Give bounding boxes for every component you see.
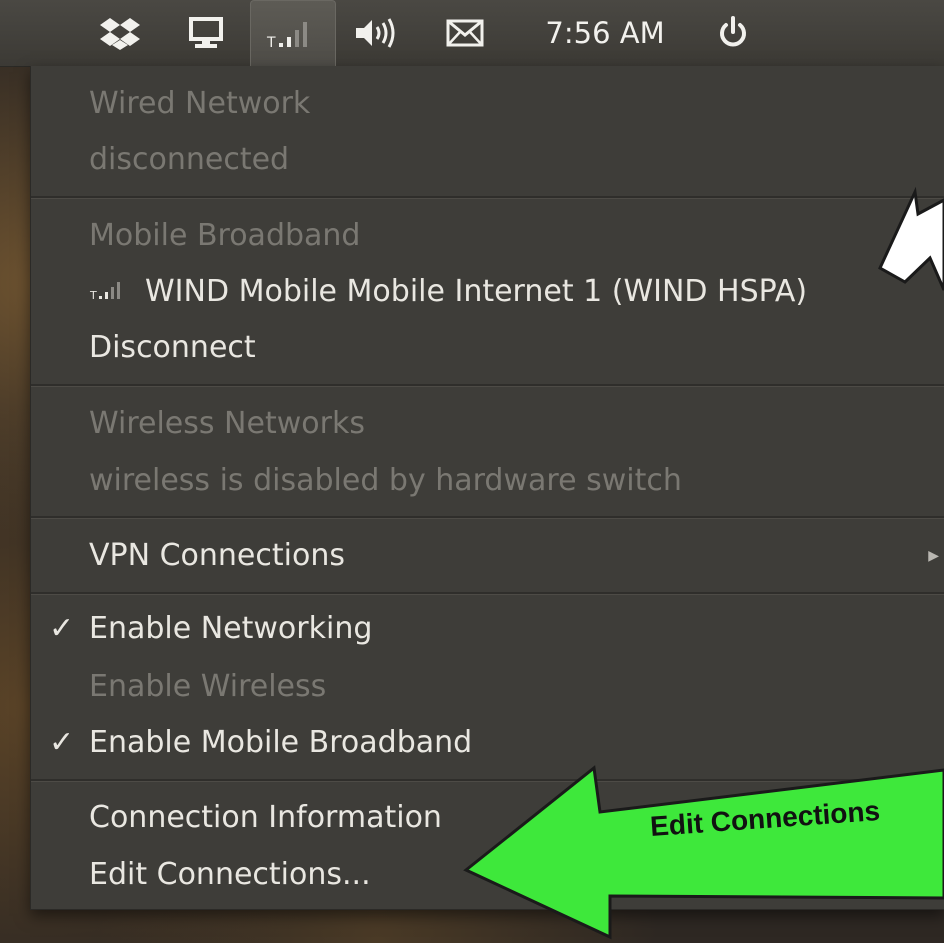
white-arrow-annotation — [878, 186, 944, 291]
green-arrow-annotation — [463, 765, 944, 940]
